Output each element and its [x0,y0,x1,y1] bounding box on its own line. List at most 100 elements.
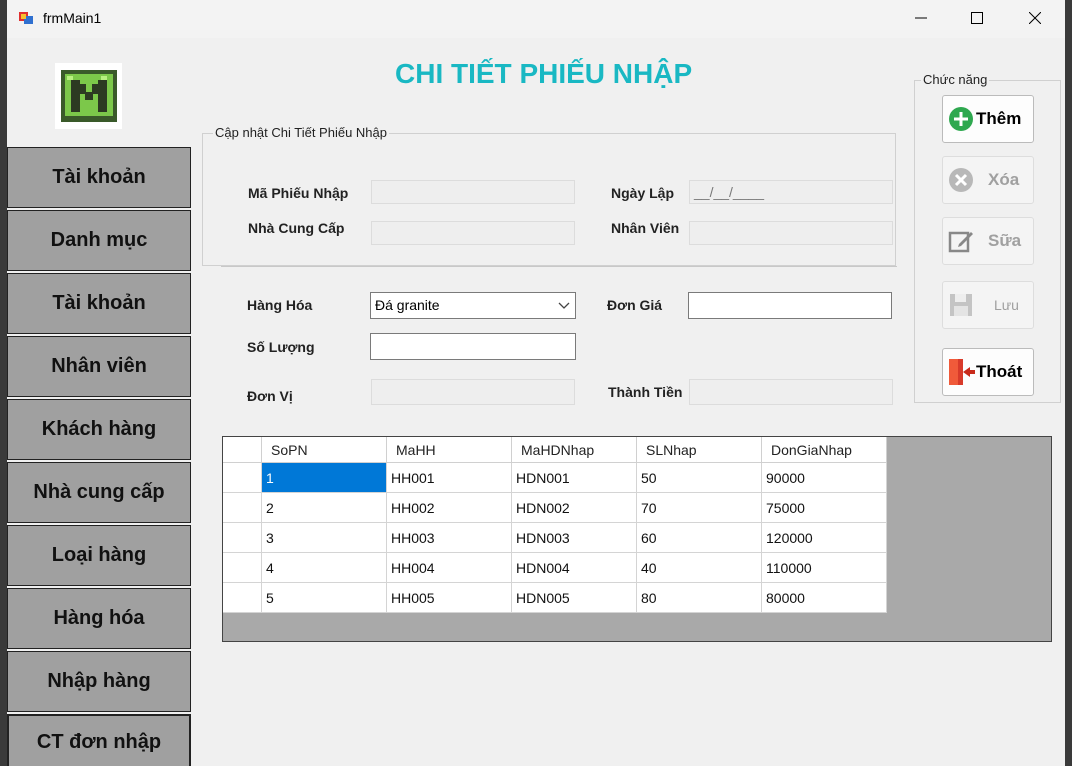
grid-corner-header [223,437,262,463]
table-cell[interactable]: HH004 [386,552,512,583]
them-label: Thêm [976,109,1022,128]
so-luong-label: Số Lượng [247,339,315,355]
sua-label: Sữa [988,231,1022,250]
column-header-mahh[interactable]: MaHH [386,437,512,463]
table-cell[interactable]: 70 [636,492,762,523]
save-icon [946,290,976,320]
sidebar-item-nha-cung-cap[interactable]: Nhà cung cấp [7,462,191,523]
them-button[interactable]: Thêm [942,95,1034,143]
table-cell[interactable]: 2 [261,492,387,523]
table-cell[interactable]: 60 [636,522,762,553]
column-header-slnhap[interactable]: SLNhap [636,437,762,463]
row-header[interactable] [223,462,262,493]
column-header-sopn[interactable]: SoPN [261,437,387,463]
table-cell[interactable]: 80 [636,582,762,613]
title-bar: frmMain1 [7,0,1065,38]
ma-phieu-nhap-field[interactable] [371,180,575,204]
ma-phieu-nhap-label: Mã Phiếu Nhập [248,185,349,201]
table-row[interactable]: 3 HH003 HDN003 60 120000 [223,522,887,553]
thoat-button[interactable]: Thoát [942,348,1034,396]
table-cell[interactable]: 120000 [761,522,887,553]
table-row[interactable]: 4 HH004 HDN004 40 110000 [223,552,887,583]
ngay-lap-field[interactable]: __/__/____ [689,180,893,204]
ngay-lap-label: Ngày Lập [611,185,675,201]
row-header[interactable] [223,492,262,523]
delete-icon [946,165,976,195]
data-grid-table: SoPN MaHH MaHDNhap SLNhap DonGiaNhap 1 H… [223,437,887,613]
luu-label: Lưu [994,297,1019,313]
column-header-dongianhap[interactable]: DonGiaNhap [761,437,887,463]
sidebar-item-label: Hàng hóa [53,607,145,629]
sua-button[interactable]: Sữa [942,217,1034,265]
maximize-icon [971,12,983,24]
app-logo [55,63,122,129]
chevron-down-icon [558,302,570,309]
table-cell[interactable]: 50 [636,462,762,493]
table-cell[interactable]: 5 [261,582,387,613]
xoa-label: Xóa [988,170,1020,189]
row-header[interactable] [223,582,262,613]
table-row[interactable]: 5 HH005 HDN005 80 80000 [223,582,887,613]
table-row[interactable]: 1 HH001 HDN001 50 90000 [223,462,887,493]
nha-cung-cap-field[interactable] [371,221,575,245]
don-vi-label: Đơn Vị [247,388,293,404]
edit-icon [946,226,976,256]
update-group-legend: Cập nhật Chi Tiết Phiếu Nhập [213,125,389,140]
table-cell[interactable]: 80000 [761,582,887,613]
table-cell[interactable]: HDN002 [511,492,637,523]
page-title: CHI TIẾT PHIẾU NHẬP [395,58,693,89]
sidebar-item-tai-khoan[interactable]: Tài khoản [7,147,191,208]
hang-hoa-selected-value: Đá granite [375,297,440,313]
table-cell[interactable]: 1 [261,462,387,493]
table-cell[interactable]: 75000 [761,492,887,523]
sidebar-item-label: Nhà cung cấp [33,481,165,503]
don-vi-field[interactable] [371,379,575,405]
table-cell[interactable]: HH002 [386,492,512,523]
table-cell[interactable]: 4 [261,552,387,583]
table-cell[interactable]: 40 [636,552,762,583]
table-cell[interactable]: HDN004 [511,552,637,583]
main-window: frmMain1 Tài khoản Danh mục Tài khoản Nh… [7,0,1065,766]
table-cell[interactable]: HH005 [386,582,512,613]
hang-hoa-label: Hàng Hóa [247,297,313,313]
sidebar-item-label: Tài khoản [52,292,146,314]
row-header[interactable] [223,552,262,583]
sidebar-item-ct-don-nhap[interactable]: CT đơn nhập [7,714,191,766]
minimize-button[interactable] [892,0,950,36]
sidebar-item-loai-hang[interactable]: Loại hàng [7,525,191,586]
xoa-button[interactable]: Xóa [942,156,1034,204]
sidebar-item-nhap-hang[interactable]: Nhập hàng [7,651,191,712]
table-cell[interactable]: 3 [261,522,387,553]
sidebar-item-label: Loại hàng [51,544,147,566]
table-cell[interactable]: HDN001 [511,462,637,493]
table-cell[interactable]: 110000 [761,552,887,583]
close-button[interactable] [1006,0,1064,36]
sidebar-item-danh-muc[interactable]: Danh mục [7,210,191,271]
table-cell[interactable]: 90000 [761,462,887,493]
sidebar-item-tai-khoan-2[interactable]: Tài khoản [7,273,191,334]
section-divider [221,266,897,267]
table-cell[interactable]: HH001 [386,462,512,493]
logo-icon [60,70,117,122]
close-icon [1029,12,1041,24]
sidebar-item-label: CT đơn nhập [36,730,162,753]
luu-button[interactable]: Lưu [942,281,1034,329]
table-row[interactable]: 2 HH002 HDN002 70 75000 [223,492,887,523]
so-luong-input[interactable] [370,333,576,360]
form-content: Tài khoản Danh mục Tài khoản Nhân viên K… [7,38,1065,766]
nhan-vien-field[interactable] [689,221,893,245]
sidebar-item-khach-hang[interactable]: Khách hàng [7,399,191,460]
row-header[interactable] [223,522,262,553]
sidebar-item-label: Nhập hàng [47,670,151,692]
maximize-button[interactable] [948,0,1006,36]
sidebar-item-nhan-vien[interactable]: Nhân viên [7,336,191,397]
data-grid[interactable]: SoPN MaHH MaHDNhap SLNhap DonGiaNhap 1 H… [222,436,1052,642]
column-header-mahdnhap[interactable]: MaHDNhap [511,437,637,463]
table-cell[interactable]: HDN005 [511,582,637,613]
table-cell[interactable]: HH003 [386,522,512,553]
thanh-tien-field[interactable] [689,379,893,405]
don-gia-input[interactable] [688,292,892,319]
hang-hoa-combobox[interactable]: Đá granite [370,292,576,319]
sidebar-item-hang-hoa[interactable]: Hàng hóa [7,588,191,649]
table-cell[interactable]: HDN003 [511,522,637,553]
